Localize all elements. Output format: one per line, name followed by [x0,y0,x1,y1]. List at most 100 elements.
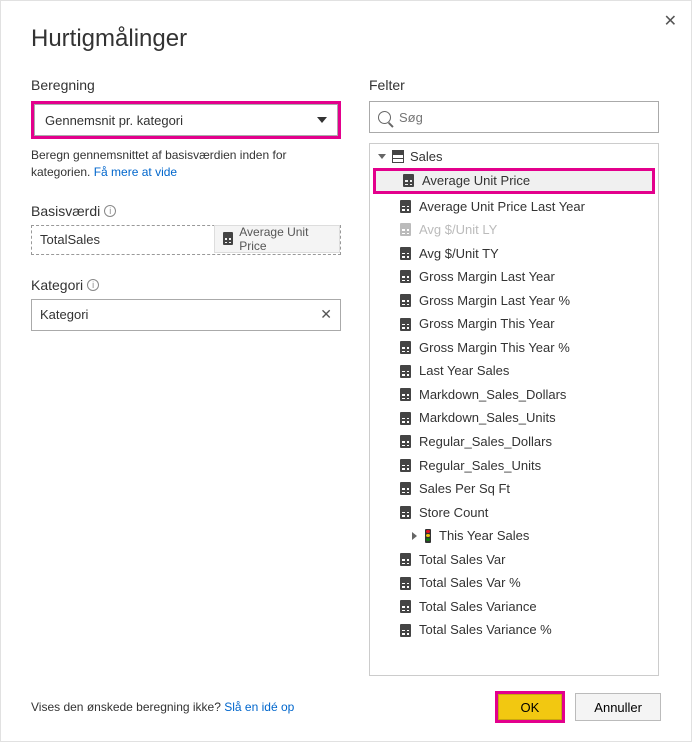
measure-icon [400,388,411,401]
measure-icon [400,412,411,425]
close-icon[interactable]: ✕ [664,11,677,31]
field-item[interactable]: Store Count [370,501,658,525]
table-icon [392,150,404,163]
field-item-label: Avg $/Unit LY [419,221,497,239]
field-item[interactable]: Sales Per Sq Ft [370,477,658,501]
search-icon [378,111,391,124]
category-value: Kategori [40,307,88,322]
measure-icon [400,247,411,260]
field-item-label: Total Sales Variance [419,598,537,616]
measure-icon [400,341,411,354]
measure-icon [400,624,411,637]
measure-icon [400,294,411,307]
field-item-label: Markdown_Sales_Dollars [419,386,566,404]
base-value-text: TotalSales [40,232,100,247]
ok-button[interactable]: OK [498,694,563,720]
measure-icon [400,200,411,213]
ok-button-highlight: OK [495,691,566,723]
measure-icon [403,174,414,187]
field-item[interactable]: Gross Margin This Year [370,312,658,336]
chevron-down-icon [317,117,327,123]
field-item[interactable]: Gross Margin This Year % [370,336,658,360]
footer-buttons: OK Annuller [495,691,662,723]
measure-icon [400,270,411,283]
info-icon[interactable]: i [104,205,116,217]
field-item[interactable]: Total Sales Variance [370,595,658,619]
table-name: Sales [410,149,443,164]
field-item-label: Store Count [419,504,488,522]
base-value-well[interactable]: TotalSales Average Unit Price [31,225,341,255]
field-item[interactable]: Gross Margin Last Year % [370,289,658,313]
dialog-footer: Vises den ønskede beregning ikke? Slå en… [31,691,661,723]
category-label: Kategori i [31,277,341,293]
field-item-label: Average Unit Price Last Year [419,198,585,216]
cancel-button[interactable]: Annuller [575,693,661,721]
field-item-label: Sales Per Sq Ft [419,480,510,498]
field-item[interactable]: Gross Margin Last Year [370,265,658,289]
field-item-label: Gross Margin Last Year [419,268,555,286]
field-item[interactable]: Average Unit Price Last Year [370,195,658,219]
left-pane: Beregning Gennemsnit pr. kategori Beregn… [31,77,341,676]
field-item-label: Regular_Sales_Dollars [419,433,552,451]
search-box[interactable] [369,101,659,133]
field-item[interactable]: Average Unit Price [373,168,655,194]
field-item[interactable]: Total Sales Variance % [370,618,658,642]
field-item[interactable]: Markdown_Sales_Units [370,406,658,430]
calculation-select-value: Gennemsnit pr. kategori [45,113,183,128]
calculation-description: Beregn gennemsnittet af basisværdien ind… [31,147,341,181]
field-item[interactable]: Avg $/Unit LY [370,218,658,242]
search-input[interactable] [399,110,650,125]
kpi-icon [425,529,431,543]
field-item-label: Total Sales Var [419,551,505,569]
measure-icon [400,223,411,236]
right-pane: Felter Sales Average Unit Price Average U… [369,77,659,676]
field-item-label: Gross Margin Last Year % [419,292,570,310]
measure-icon [400,435,411,448]
drag-ghost: Average Unit Price [214,225,340,253]
fields-tree[interactable]: Sales Average Unit Price Average Unit Pri… [369,143,659,676]
base-value-label: Basisværdi i [31,203,341,219]
measure-icon [400,318,411,331]
field-item-label: Gross Margin This Year [419,315,555,333]
info-icon[interactable]: i [87,279,99,291]
field-item[interactable]: Total Sales Var [370,548,658,572]
field-item-label: Markdown_Sales_Units [419,409,556,427]
fields-label: Felter [369,77,659,93]
field-item[interactable]: Markdown_Sales_Dollars [370,383,658,407]
category-well[interactable]: Kategori ✕ [31,299,341,331]
clear-icon[interactable]: ✕ [320,306,332,323]
suggest-idea-link[interactable]: Slå en idé op [224,700,294,714]
field-item[interactable]: Avg $/Unit TY [370,242,658,266]
measure-icon [400,506,411,519]
field-item[interactable]: Regular_Sales_Units [370,454,658,478]
calculation-select[interactable]: Gennemsnit pr. kategori [34,104,338,136]
measure-icon [400,577,411,590]
footer-text: Vises den ønskede beregning ikke? Slå en… [31,700,294,714]
calculation-select-highlight: Gennemsnit pr. kategori [31,101,341,139]
dialog-title: Hurtigmålinger [31,25,661,53]
chevron-right-icon [412,532,417,540]
measure-icon [400,365,411,378]
field-item-label: Regular_Sales_Units [419,457,541,475]
base-value-group: Basisværdi i TotalSales Average Unit Pri… [31,203,341,255]
table-node[interactable]: Sales [370,144,658,168]
base-value-label-text: Basisværdi [31,203,100,219]
learn-more-link[interactable]: Få mere at vide [94,165,177,179]
field-item-label: Last Year Sales [419,362,509,380]
measure-icon [400,459,411,472]
field-item[interactable]: This Year Sales [370,524,658,548]
field-item[interactable]: Regular_Sales_Dollars [370,430,658,454]
field-item-label: Total Sales Var % [419,574,521,592]
measure-icon [400,553,411,566]
field-item[interactable]: Total Sales Var % [370,571,658,595]
measure-icon [400,600,411,613]
measure-icon [400,482,411,495]
drag-ghost-label: Average Unit Price [239,225,331,253]
field-item[interactable]: Last Year Sales [370,359,658,383]
measure-icon [223,232,233,245]
footer-text-content: Vises den ønskede beregning ikke? [31,700,224,714]
field-item-label: Total Sales Variance % [419,621,552,639]
category-label-text: Kategori [31,277,83,293]
field-item-label: Avg $/Unit TY [419,245,499,263]
field-item-label: This Year Sales [439,527,529,545]
